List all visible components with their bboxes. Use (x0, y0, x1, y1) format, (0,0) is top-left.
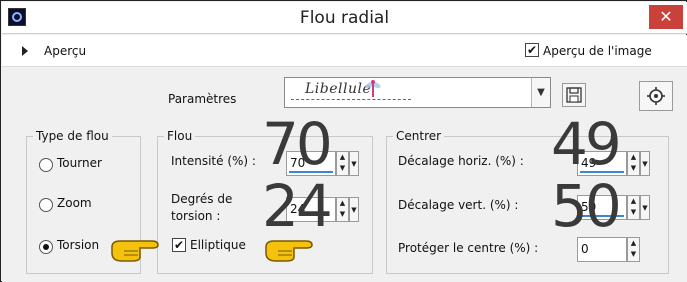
down-arrow-icon[interactable]: ▼ (337, 163, 348, 174)
torsion-dropdown-icon[interactable]: ▼ (349, 197, 359, 222)
up-arrow-icon[interactable]: ▲ (628, 196, 639, 207)
title-bar: Flou radial ✕ (2, 2, 687, 34)
up-arrow-icon[interactable]: ▲ (628, 152, 639, 163)
preview-toggle-label[interactable]: Aperçu (44, 44, 86, 58)
radio-torsion[interactable] (39, 240, 53, 254)
settings-panel: Paramètres Libellule ▼ Type de flou Tour… (2, 67, 687, 282)
protect-center-field[interactable]: 0 (577, 237, 627, 262)
chevron-down-icon[interactable]: ▼ (531, 78, 550, 107)
preview-image-checkbox[interactable]: ✔ (525, 43, 539, 57)
up-arrow-icon[interactable]: ▲ (337, 198, 348, 209)
overlay-horiz-number: 49 (551, 110, 622, 178)
overlay-vert-number: 50 (551, 172, 622, 240)
blur-type-title: Type de flou (33, 129, 112, 143)
vert-offset-dropdown-icon[interactable]: ▼ (640, 195, 650, 220)
dialog-window: Flou radial ✕ Aperçu ✔ Aperçu de l'image… (0, 0, 687, 282)
torsion-spin-buttons[interactable]: ▲ ▼ (336, 197, 349, 222)
presets-label: Paramètres (168, 92, 237, 106)
manage-presets-button[interactable] (639, 81, 673, 111)
torsion-label-line1: Degrés de (171, 192, 233, 206)
intensity-label: Intensité (%) : (171, 154, 256, 168)
radio-tourner[interactable] (39, 158, 53, 172)
down-arrow-icon[interactable]: ▼ (628, 207, 639, 218)
horiz-offset-label: Décalage horiz. (%) : (398, 154, 524, 168)
radio-zoom[interactable] (39, 198, 53, 212)
preset-signature: Libellule (305, 81, 372, 97)
save-preset-button[interactable] (562, 83, 586, 107)
horiz-offset-spin-buttons[interactable]: ▲ ▼ (627, 151, 640, 176)
overlay-torsion-number: 24 (262, 172, 333, 240)
torsion-label-line2: torsion : (171, 209, 221, 223)
preview-row: Aperçu ✔ Aperçu de l'image (2, 35, 687, 67)
close-button[interactable]: ✕ (649, 5, 683, 29)
pointing-hand-icon (111, 240, 159, 262)
elliptique-label[interactable]: Elliptique (190, 238, 246, 252)
expand-triangle-icon[interactable] (22, 46, 28, 56)
vert-offset-spin-buttons[interactable]: ▲ ▼ (627, 195, 640, 220)
pointing-hand-icon (265, 240, 313, 262)
floppy-icon (566, 87, 582, 103)
up-arrow-icon[interactable]: ▲ (337, 152, 348, 163)
radio-tourner-label[interactable]: Tourner (57, 156, 102, 170)
protect-center-spin-buttons[interactable]: ▲ ▼ (627, 237, 640, 262)
dragonfly-icon (365, 80, 381, 97)
elliptique-checkbox[interactable]: ✔ (172, 238, 186, 252)
blur-group-title: Flou (164, 129, 196, 143)
settings-icon (647, 87, 665, 105)
close-icon: ✕ (659, 7, 673, 26)
window-title: Flou radial (299, 8, 390, 28)
horiz-offset-dropdown-icon[interactable]: ▼ (640, 151, 650, 176)
overlay-intensity-number: 70 (262, 110, 333, 178)
protect-center-label: Protéger le centre (%) : (398, 241, 539, 255)
center-group-title: Centrer (393, 129, 445, 143)
radio-zoom-label[interactable]: Zoom (57, 196, 92, 210)
down-arrow-icon[interactable]: ▼ (628, 249, 639, 260)
vert-offset-label: Décalage vert. (%) : (398, 198, 519, 212)
preview-image-label: Aperçu de l'image (543, 44, 652, 58)
down-arrow-icon[interactable]: ▼ (628, 163, 639, 174)
signature-underline (291, 99, 411, 100)
up-arrow-icon[interactable]: ▲ (628, 238, 639, 249)
intensity-spin-buttons[interactable]: ▲ ▼ (336, 151, 349, 176)
intensity-dropdown-icon[interactable]: ▼ (349, 151, 359, 176)
radio-torsion-label[interactable]: Torsion (57, 238, 99, 252)
down-arrow-icon[interactable]: ▼ (337, 209, 348, 220)
center-group: Centrer Décalage horiz. (%) : 49 ▲ ▼ ▼ Dé… (386, 129, 669, 274)
preset-dropdown[interactable]: Libellule ▼ (284, 77, 551, 108)
protect-center-value: 0 (581, 242, 589, 256)
